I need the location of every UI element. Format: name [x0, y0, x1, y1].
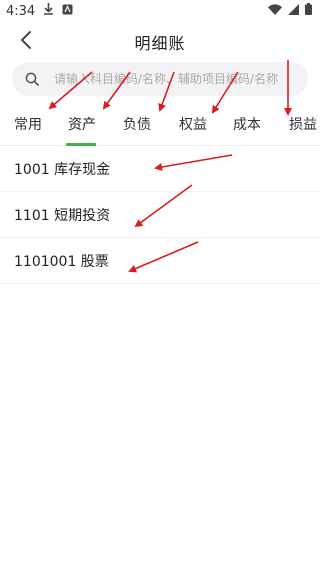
status-bar: 4:34: [0, 0, 320, 22]
account-label: 1101001 股票: [14, 253, 109, 270]
tab-equity[interactable]: 权益: [179, 114, 207, 134]
account-category-tabs: 常用 资产 负债 权益 成本 损益: [0, 108, 320, 146]
tab-assets[interactable]: 资产: [68, 114, 96, 134]
status-right: [268, 3, 312, 19]
wifi-icon: [268, 3, 282, 19]
status-time: 4:34: [6, 3, 36, 19]
download-icon: [43, 3, 54, 19]
tab-cost[interactable]: 成本: [233, 114, 261, 134]
battery-icon: [305, 3, 312, 19]
list-item[interactable]: 1101001 股票: [0, 238, 320, 284]
account-list: 1001 库存现金 1101 短期投资 1101001 股票: [0, 146, 320, 284]
account-label: 1101 短期投资: [14, 207, 111, 224]
list-item[interactable]: 1001 库存现金: [0, 146, 320, 192]
tab-common[interactable]: 常用: [14, 114, 42, 134]
tab-profit-loss[interactable]: 损益: [289, 114, 317, 134]
tab-liabilities[interactable]: 负债: [123, 114, 151, 134]
page-title: 明细账: [134, 34, 186, 53]
signal-icon: [288, 3, 299, 19]
search-icon: [24, 71, 40, 87]
app-notification-icon: [62, 4, 73, 19]
app-header: 明细账: [0, 22, 320, 62]
search-input[interactable]: [54, 72, 304, 86]
list-item[interactable]: 1101 短期投资: [0, 192, 320, 238]
chevron-left-icon: [20, 31, 32, 53]
account-label: 1001 库存现金: [14, 161, 111, 178]
back-button[interactable]: [12, 28, 40, 56]
search-box[interactable]: [12, 62, 308, 96]
status-left: 4:34: [6, 3, 73, 19]
